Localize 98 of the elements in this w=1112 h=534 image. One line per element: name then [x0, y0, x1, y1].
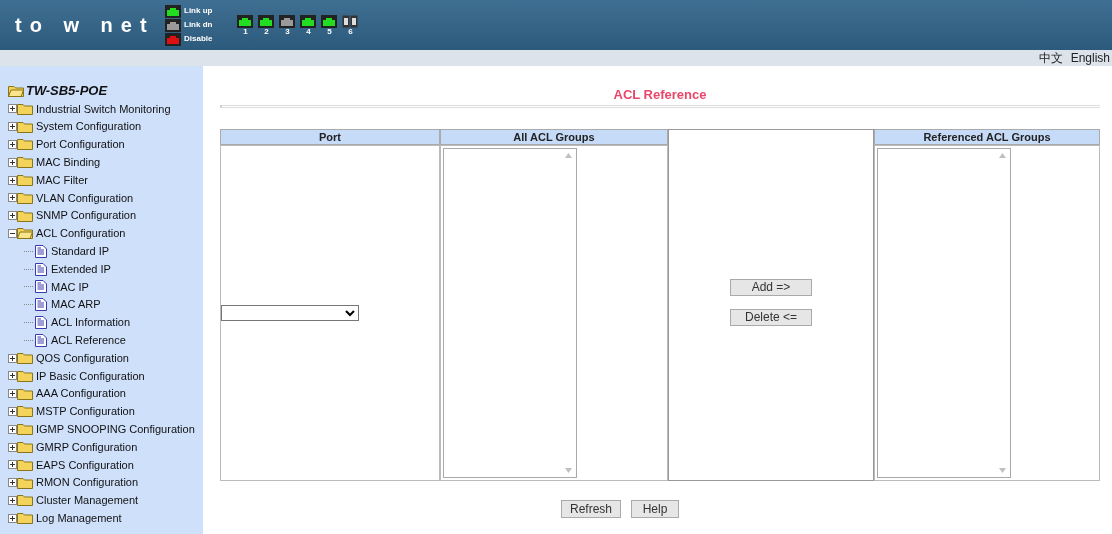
port-select[interactable] — [221, 305, 359, 321]
add-button[interactable]: Add => — [730, 278, 812, 296]
legend-label: Disable — [184, 35, 213, 43]
expand-icon[interactable] — [8, 122, 17, 132]
expand-icon[interactable] — [8, 104, 17, 114]
tree-item[interactable]: QOS Configuration — [36, 349, 129, 367]
port-icon — [300, 14, 317, 28]
language-link[interactable]: 中文 — [1038, 52, 1063, 64]
expand-icon[interactable] — [8, 371, 17, 381]
folder-icon — [17, 120, 33, 133]
folder-icon — [17, 352, 33, 365]
port-number: 2 — [264, 27, 269, 36]
folder-icon — [17, 387, 33, 400]
folder-icon — [17, 138, 33, 151]
port-number: 3 — [285, 27, 290, 36]
document-icon — [35, 280, 47, 294]
document-icon — [35, 298, 47, 312]
expand-icon[interactable] — [8, 353, 17, 363]
legend-label: Link dn — [184, 21, 213, 29]
tree-item[interactable]: AAA Configuration — [36, 385, 126, 402]
tree-item[interactable]: MAC Filter — [36, 171, 88, 189]
tree-item[interactable]: ACL Information — [51, 314, 131, 331]
tree-item[interactable]: MSTP Configuration — [36, 403, 135, 420]
expand-icon[interactable] — [8, 460, 17, 470]
expand-icon[interactable] — [8, 478, 17, 488]
tree-item[interactable]: Port Configuration — [36, 136, 125, 153]
document-icon — [35, 315, 47, 329]
legend-label: Link up — [184, 7, 213, 15]
folder-icon — [17, 441, 33, 454]
tree-item[interactable]: Industrial Switch Monitoring — [36, 100, 171, 118]
tree-item[interactable]: MAC Binding — [36, 154, 101, 171]
port-icon — [258, 14, 275, 28]
expand-icon[interactable] — [8, 495, 17, 505]
expand-icon[interactable] — [8, 513, 17, 523]
folder-icon — [17, 369, 33, 382]
folder-icon — [17, 102, 33, 115]
tree-item[interactable]: VLAN Configuration — [36, 189, 134, 207]
folder-icon — [17, 174, 33, 187]
tree-root[interactable]: TW-SB5-POE — [26, 81, 108, 101]
expand-icon[interactable] — [8, 140, 17, 149]
port-icon — [342, 14, 359, 28]
tree-item[interactable]: RMON Configuration — [36, 474, 139, 491]
tree-item[interactable]: MAC IP — [51, 278, 89, 296]
port-status-icon — [165, 32, 181, 46]
port-number: 4 — [306, 27, 311, 36]
tree-item[interactable]: Log Management — [36, 509, 122, 527]
folder-icon — [17, 209, 33, 222]
folder-icon — [17, 405, 33, 418]
delete-button[interactable]: Delete <= — [730, 308, 812, 326]
expand-icon[interactable] — [8, 442, 17, 452]
port-number: 1 — [243, 27, 248, 36]
logo: to w net — [15, 13, 155, 38]
action-button[interactable]: Refresh — [561, 500, 621, 518]
expand-icon[interactable] — [8, 389, 17, 399]
tree-item[interactable]: Cluster Management — [36, 492, 139, 509]
folder-icon — [17, 156, 33, 169]
document-icon — [35, 262, 47, 276]
expand-icon[interactable] — [8, 175, 17, 185]
tree-item[interactable]: System Configuration — [36, 118, 142, 135]
tree-item[interactable]: IP Basic Configuration — [36, 367, 145, 385]
tree-item[interactable]: GMRP Configuration — [36, 438, 138, 456]
folder-icon — [17, 476, 33, 489]
column-header: All ACL Groups — [440, 129, 668, 145]
tree-item[interactable]: SNMP Configuration — [36, 207, 137, 224]
port-icon — [237, 14, 254, 28]
page-title: ACL Reference — [612, 88, 708, 101]
expand-icon[interactable] — [8, 211, 17, 221]
port-icon — [321, 14, 338, 28]
tree-item[interactable]: ACL Reference — [51, 332, 126, 349]
expand-icon[interactable] — [8, 193, 17, 203]
port-number: 6 — [348, 27, 353, 36]
port-status-icon — [165, 18, 181, 32]
document-icon — [35, 244, 47, 258]
open-folder-icon — [8, 85, 24, 97]
port-status-icon — [165, 4, 181, 18]
tree-item[interactable]: IGMP SNOOPING Configuration — [36, 421, 195, 438]
action-button[interactable]: Help — [631, 500, 679, 518]
expand-icon[interactable] — [8, 157, 17, 167]
open-folder-icon — [17, 227, 33, 240]
folder-icon — [17, 494, 33, 507]
folder-icon — [17, 512, 33, 525]
folder-icon — [17, 423, 33, 436]
column-header: Port — [220, 129, 440, 145]
expand-icon[interactable] — [8, 406, 17, 416]
collapse-icon[interactable] — [8, 228, 17, 238]
port-icon — [279, 14, 296, 28]
tree-item[interactable]: EAPS Configuration — [36, 456, 134, 474]
tree-item[interactable]: Extended IP — [51, 260, 111, 278]
folder-icon — [17, 458, 33, 471]
tree-item[interactable]: Standard IP — [51, 243, 110, 260]
document-icon — [35, 333, 47, 347]
language-link[interactable]: English — [1070, 52, 1110, 64]
tree-item[interactable]: MAC ARP — [51, 296, 101, 313]
folder-icon — [17, 191, 33, 204]
tree-item[interactable]: ACL Configuration — [36, 225, 126, 242]
expand-icon[interactable] — [8, 424, 17, 434]
port-number: 5 — [327, 27, 332, 36]
column-header: Referenced ACL Groups — [874, 129, 1100, 145]
